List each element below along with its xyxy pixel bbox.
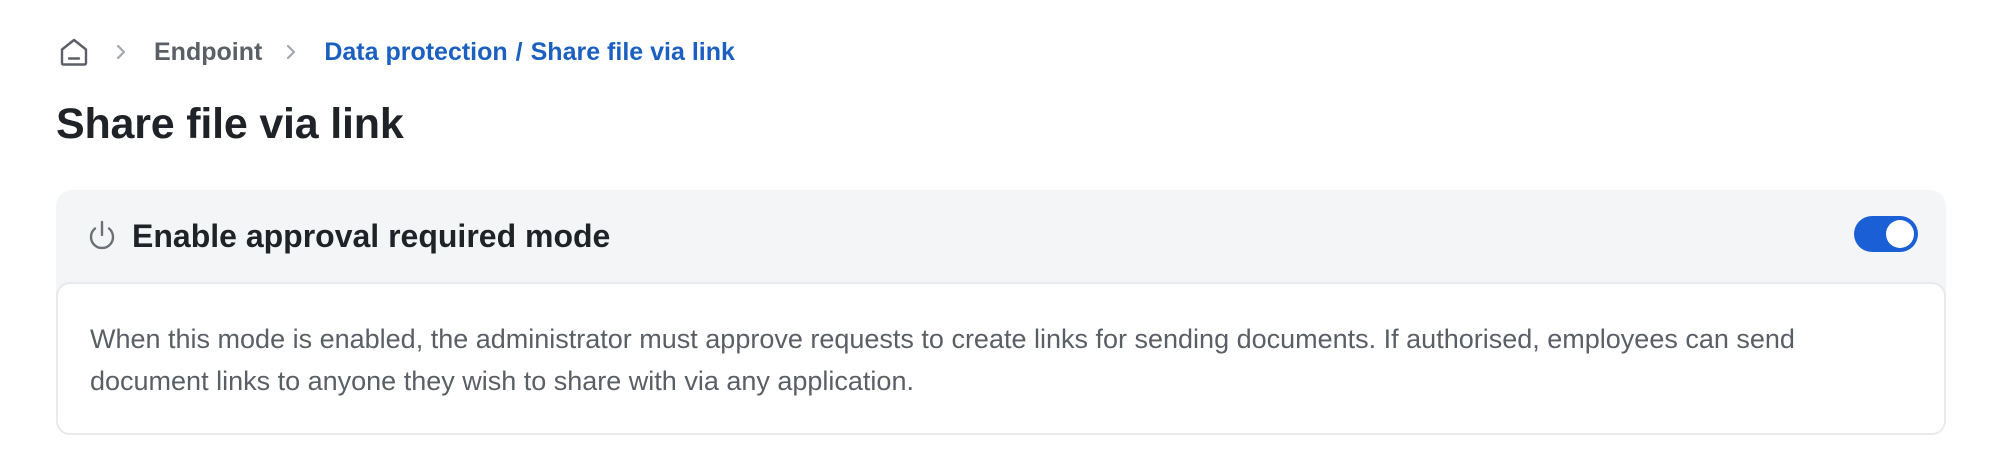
- power-icon: [84, 218, 120, 254]
- breadcrumb: Endpoint Data protection / Share file vi…: [56, 30, 735, 74]
- breadcrumb-endpoint[interactable]: Endpoint: [154, 38, 262, 67]
- card-header: Enable approval required mode: [56, 190, 1946, 282]
- card-title: Enable approval required mode: [132, 217, 611, 254]
- home-icon[interactable]: [56, 34, 92, 70]
- breadcrumb-current: Share file via link: [530, 37, 735, 66]
- approval-mode-toggle[interactable]: [1854, 216, 1918, 252]
- toggle-knob: [1886, 220, 1914, 248]
- chevron-right-icon: [112, 43, 130, 61]
- card-description: When this mode is enabled, the administr…: [90, 324, 1795, 396]
- page-title: Share file via link: [56, 100, 404, 148]
- breadcrumb-slash: /: [515, 37, 523, 66]
- approval-mode-card: Enable approval required mode When this …: [56, 190, 1946, 435]
- card-body: When this mode is enabled, the administr…: [56, 282, 1946, 435]
- page: Endpoint Data protection / Share file vi…: [0, 0, 2000, 459]
- breadcrumb-data-protection[interactable]: Data protection: [324, 38, 507, 67]
- chevron-right-icon: [282, 43, 300, 61]
